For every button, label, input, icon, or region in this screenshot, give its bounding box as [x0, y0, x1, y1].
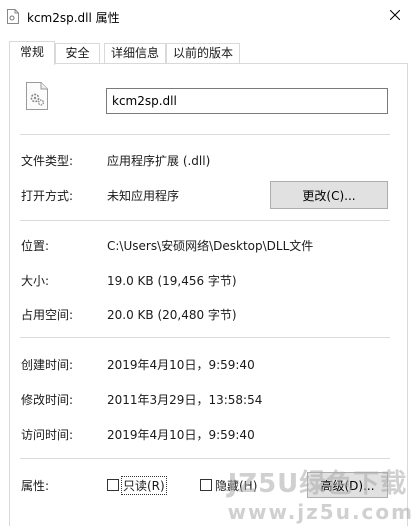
separator — [20, 220, 390, 221]
attributes-label: 属性: — [21, 479, 50, 493]
close-icon — [389, 9, 401, 23]
separator — [20, 337, 390, 338]
tab-security[interactable]: 安全 — [55, 43, 100, 63]
general-panel — [9, 63, 408, 526]
file-name-field[interactable] — [106, 88, 388, 114]
size-on-disk-value: 20.0 KB (20,480 字节) — [107, 308, 237, 322]
separator — [20, 134, 390, 135]
size-value: 19.0 KB (19,456 字节) — [107, 274, 237, 288]
file-type-value: 应用程序扩展 (.dll) — [107, 154, 211, 168]
accessed-value: 2019年4月10日，9:59:40 — [107, 428, 255, 442]
hidden-checkbox-box[interactable] — [200, 479, 212, 491]
close-button[interactable] — [372, 0, 418, 32]
title-bar: kcm2sp.dll 属性 — [0, 0, 418, 34]
location-value: C:\Users\安硕网络\Desktop\DLL文件 — [107, 239, 314, 253]
file-type-label: 文件类型: — [21, 154, 74, 168]
created-value: 2019年4月10日，9:59:40 — [107, 358, 255, 372]
window-title: kcm2sp.dll 属性 — [27, 11, 120, 25]
watermark: JZ5U绿色下载 www.jz5u.com — [228, 463, 414, 524]
readonly-checkbox[interactable]: 只读(R) — [107, 475, 167, 495]
created-label: 创建时间: — [21, 358, 74, 372]
separator — [20, 458, 390, 459]
modified-label: 修改时间: — [21, 393, 74, 407]
change-button[interactable]: 更改(C)... — [270, 181, 388, 209]
tab-general[interactable]: 常规 — [9, 41, 55, 65]
open-with-value: 未知应用程序 — [107, 189, 180, 203]
dll-file-icon — [7, 9, 19, 24]
modified-value: 2011年3月29日，13:58:54 — [107, 393, 263, 407]
accessed-label: 访问时间: — [21, 428, 74, 442]
location-label: 位置: — [21, 239, 50, 253]
watermark-line2: www.jz5u.com — [227, 500, 414, 524]
dll-gear-file-icon — [26, 82, 48, 110]
tab-details[interactable]: 详细信息 — [104, 43, 166, 63]
readonly-label: 只读(R) — [121, 475, 167, 495]
watermark-line1: JZ5U绿色下载 — [227, 469, 408, 499]
size-on-disk-label: 占用空间: — [21, 308, 74, 322]
open-with-label: 打开方式: — [21, 189, 74, 203]
readonly-checkbox-box[interactable] — [107, 479, 119, 491]
size-label: 大小: — [21, 274, 50, 288]
tab-previous-versions[interactable]: 以前的版本 — [166, 43, 240, 63]
